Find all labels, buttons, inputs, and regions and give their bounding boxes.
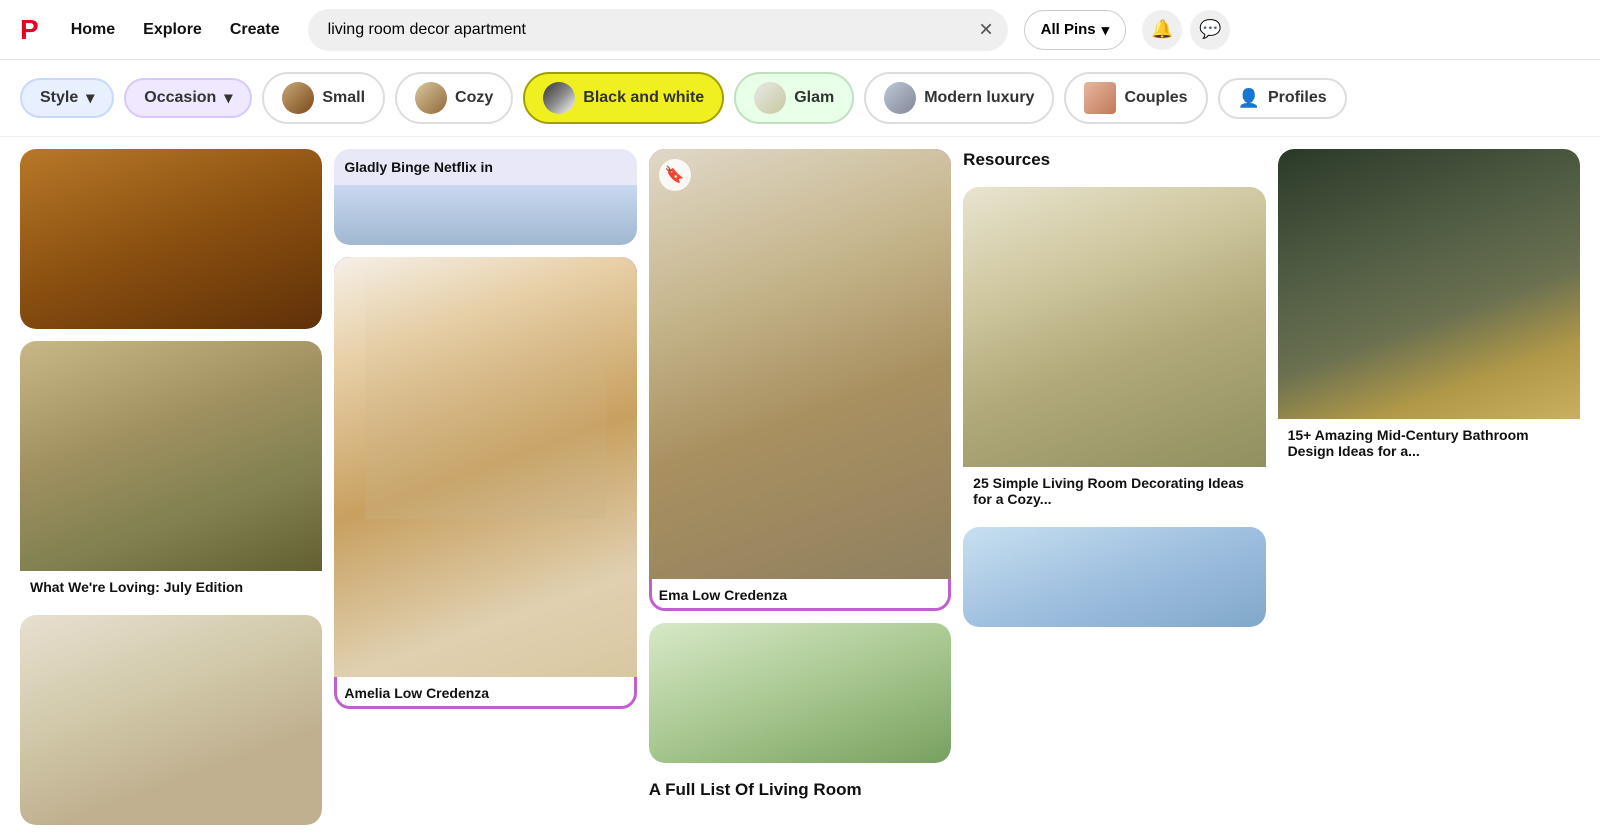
pin-bookmark-icon[interactable]: 🔖	[659, 159, 691, 191]
filter-occasion-chevron-icon: ▾	[224, 88, 232, 108]
nav-home[interactable]: Home	[59, 13, 127, 47]
filter-profiles[interactable]: 👤 Profiles	[1218, 78, 1347, 119]
notification-button[interactable]: 🔔	[1142, 10, 1182, 50]
filter-small-label: Small	[322, 89, 365, 107]
filter-glam[interactable]: Glam	[734, 72, 854, 124]
filter-couples[interactable]: Couples	[1064, 72, 1207, 124]
filter-style-label: Style	[40, 89, 78, 107]
pinterest-logo: P	[20, 14, 39, 46]
notification-icon: 🔔	[1151, 19, 1173, 40]
filter-occasion[interactable]: Occasion ▾	[124, 78, 252, 118]
message-icon: 💬	[1199, 19, 1221, 40]
pin-card[interactable]	[20, 149, 322, 329]
filter-glam-label: Glam	[794, 89, 834, 107]
filter-bw-label: Black and white	[583, 89, 704, 107]
profiles-person-icon: 👤	[1238, 88, 1260, 109]
pin-card-full-list-img[interactable]	[649, 623, 951, 763]
pins-grid: What We're Loving: July Edition Gladly B…	[0, 137, 1600, 837]
filter-style-chevron-icon: ▾	[86, 88, 94, 108]
pin-top-label: Gladly Binge Netflix in	[334, 149, 636, 185]
filter-couples-label: Couples	[1124, 89, 1187, 107]
pin-label-ema: Ema Low Credenza	[649, 579, 951, 611]
filter-black-and-white[interactable]: Black and white	[523, 72, 724, 124]
filter-cozy[interactable]: Cozy	[395, 72, 513, 124]
search-bar: ✕	[308, 9, 1008, 51]
all-pins-dropdown[interactable]: All Pins ▾	[1024, 10, 1127, 50]
pin-label: What We're Loving: July Edition	[20, 571, 322, 603]
filter-cozy-thumbnail	[415, 82, 447, 114]
filter-occasion-label: Occasion	[144, 89, 216, 107]
header: P Home Explore Create ✕ All Pins ▾ 🔔 💬	[0, 0, 1600, 60]
filter-modern-luxury[interactable]: Modern luxury	[864, 72, 1054, 124]
pin-card-amelia[interactable]: Amelia Low Credenza	[334, 257, 636, 709]
nav-explore[interactable]: Explore	[131, 13, 214, 47]
main-nav: Home Explore Create	[59, 13, 292, 47]
pin-label-amelia: Amelia Low Credenza	[334, 677, 636, 709]
all-pins-chevron-icon: ▾	[1102, 21, 1110, 39]
pin-card-top5[interactable]	[963, 527, 1265, 627]
filter-glam-thumbnail	[754, 82, 786, 114]
header-icons: 🔔 💬	[1142, 10, 1230, 50]
filter-modern-label: Modern luxury	[924, 89, 1034, 107]
pin-card[interactable]	[20, 615, 322, 825]
filter-cozy-label: Cozy	[455, 89, 493, 107]
filter-small[interactable]: Small	[262, 72, 385, 124]
filter-bw-thumbnail	[543, 82, 575, 114]
pin-card-mid-century[interactable]: 15+ Amazing Mid-Century Bathroom Design …	[1278, 149, 1580, 467]
filter-profiles-label: Profiles	[1268, 89, 1327, 107]
message-button[interactable]: 💬	[1190, 10, 1230, 50]
search-input[interactable]	[308, 9, 1008, 51]
filter-small-thumbnail	[282, 82, 314, 114]
pin-card-25-simple[interactable]: 25 Simple Living Room Decorating Ideas f…	[963, 187, 1265, 515]
pin-label-25-simple: 25 Simple Living Room Decorating Ideas f…	[963, 467, 1265, 515]
all-pins-label: All Pins	[1041, 21, 1096, 38]
filter-style[interactable]: Style ▾	[20, 78, 114, 118]
search-clear-button[interactable]: ✕	[979, 19, 994, 40]
pin-label-mid-century: 15+ Amazing Mid-Century Bathroom Design …	[1278, 419, 1580, 467]
pin-card[interactable]: Gladly Binge Netflix in	[334, 149, 636, 245]
pin-card-ema[interactable]: 🔖 Ema Low Credenza	[649, 149, 951, 611]
filter-couples-thumbnail	[1084, 82, 1116, 114]
filter-modern-thumbnail	[884, 82, 916, 114]
filter-bar: Style ▾ Occasion ▾ Small Cozy Black and …	[0, 60, 1600, 137]
pin-card[interactable]: What We're Loving: July Edition	[20, 341, 322, 603]
nav-create[interactable]: Create	[218, 13, 292, 47]
